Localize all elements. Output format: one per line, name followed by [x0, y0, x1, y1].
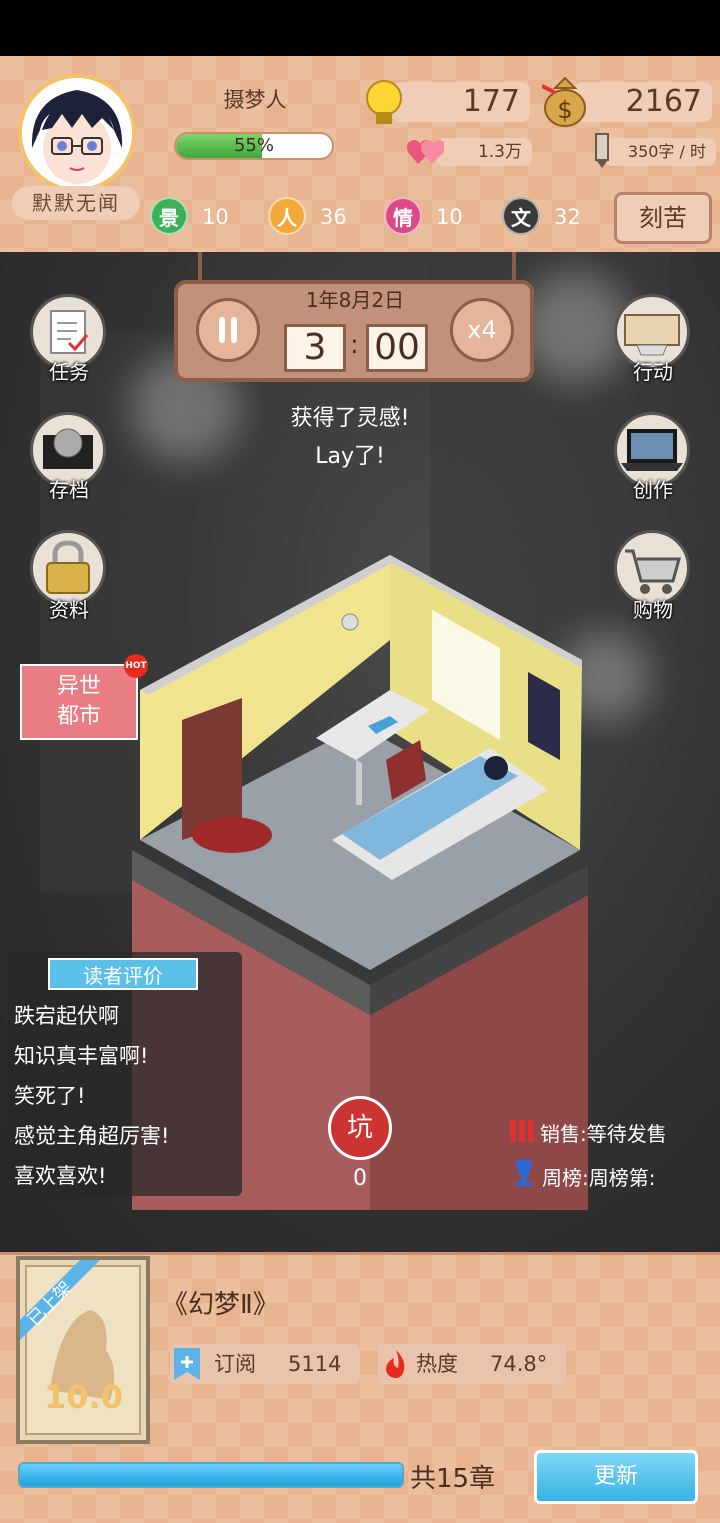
emotion-icon: 情 — [384, 197, 422, 235]
clock-rope — [512, 252, 516, 282]
avatar[interactable] — [18, 74, 136, 192]
review-line: 感觉主角超厉害! — [14, 1124, 170, 1148]
writing-icon: 文 — [502, 197, 540, 235]
heat-pill: 热度 74.8° — [378, 1344, 566, 1384]
clock-minute: 00 — [366, 324, 428, 372]
svg-text:$: $ — [557, 96, 572, 124]
money-value: 2167 — [574, 82, 712, 122]
subscribe-pill: 订阅 5114 — [170, 1344, 360, 1384]
subscribe-value: 5114 — [288, 1352, 342, 1376]
review-line: 跌宕起伏啊 — [14, 1004, 119, 1028]
sales-icon — [508, 1118, 536, 1144]
info-label: 资料 — [49, 598, 89, 622]
clock-hour: 3 — [284, 324, 346, 372]
event-line: 都市 — [56, 704, 101, 729]
create-label: 创作 — [633, 478, 673, 502]
trophy-icon — [510, 1158, 538, 1188]
update-button[interactable]: 更新 — [534, 1450, 698, 1504]
study-hard-button[interactable]: 刻苦 — [614, 192, 712, 244]
clock-rope — [198, 252, 202, 282]
clock-colon: : — [350, 330, 359, 360]
review-line: 笑死了! — [14, 1084, 86, 1108]
cart-icon — [625, 549, 681, 594]
subscribe-label: 订阅 — [214, 1352, 256, 1376]
fire-icon — [386, 1350, 405, 1378]
heat-label: 热度 — [416, 1352, 458, 1376]
inspiration-value: 177 — [392, 82, 530, 122]
character-icon: 人 — [268, 197, 306, 235]
heat-value: 74.8° — [490, 1352, 548, 1376]
bookmark-icon — [174, 1348, 200, 1380]
attr-emotion-value: 10 — [436, 205, 463, 229]
sleeping-character — [484, 756, 508, 780]
hot-badge: HOT — [124, 654, 148, 678]
attr-scene-value: 10 — [202, 205, 229, 229]
writing-speed: 350字 / 时 — [604, 138, 716, 166]
attr-character-value: 36 — [320, 205, 347, 229]
status-bar — [0, 0, 720, 56]
scene-icon: 景 — [150, 197, 188, 235]
exp-percent: 55% — [233, 135, 274, 156]
review-line: 喜欢喜欢! — [14, 1164, 107, 1188]
money-bag-icon: $ — [541, 74, 588, 128]
sales-status: 销售:等待发售 — [540, 1122, 667, 1146]
pause-icon — [219, 317, 237, 343]
review-title: 读者评价 — [48, 958, 198, 990]
rug — [192, 817, 272, 853]
weekly-rank: 周榜:周榜第: — [542, 1166, 656, 1190]
message-line: 获得了灵感! — [290, 406, 410, 431]
pit-button[interactable]: 坑 — [328, 1096, 392, 1160]
attr-writing-value: 32 — [554, 205, 581, 229]
pause-button[interactable] — [196, 298, 260, 362]
book-title: 《幻梦Ⅱ》 — [162, 1290, 279, 1320]
task-label: 任务 — [49, 360, 89, 384]
level-title: 摄梦人 — [223, 88, 287, 112]
pit-count: 0 — [353, 1166, 367, 1191]
avatar-portrait — [22, 78, 132, 188]
lock-icon — [46, 540, 90, 594]
hearts-icon — [406, 134, 446, 168]
pencil-icon — [592, 132, 612, 168]
book-score: 10.0 — [44, 1378, 123, 1416]
fans-value: 1.3万 — [436, 138, 532, 166]
chapter-count: 共15章 — [410, 1464, 496, 1494]
event-line: 异世 — [56, 674, 101, 699]
chapter-progress-fill — [20, 1464, 402, 1486]
game-date: 1年8月2日 — [305, 288, 405, 312]
save-label: 存档 — [49, 478, 89, 502]
shop-label: 购物 — [633, 598, 673, 622]
lightbulb-icon — [362, 78, 406, 128]
event-banner[interactable]: 异世 都市 — [20, 664, 138, 740]
player-name: 默默无闻 — [12, 186, 140, 220]
chapter-progress-bar — [18, 1462, 404, 1488]
wall-clock — [341, 613, 359, 631]
review-line: 知识真丰富啊! — [14, 1044, 149, 1068]
speed-button[interactable]: x4 — [450, 298, 514, 362]
message-line: Lay了! — [315, 444, 385, 469]
action-label: 行动 — [633, 360, 673, 384]
